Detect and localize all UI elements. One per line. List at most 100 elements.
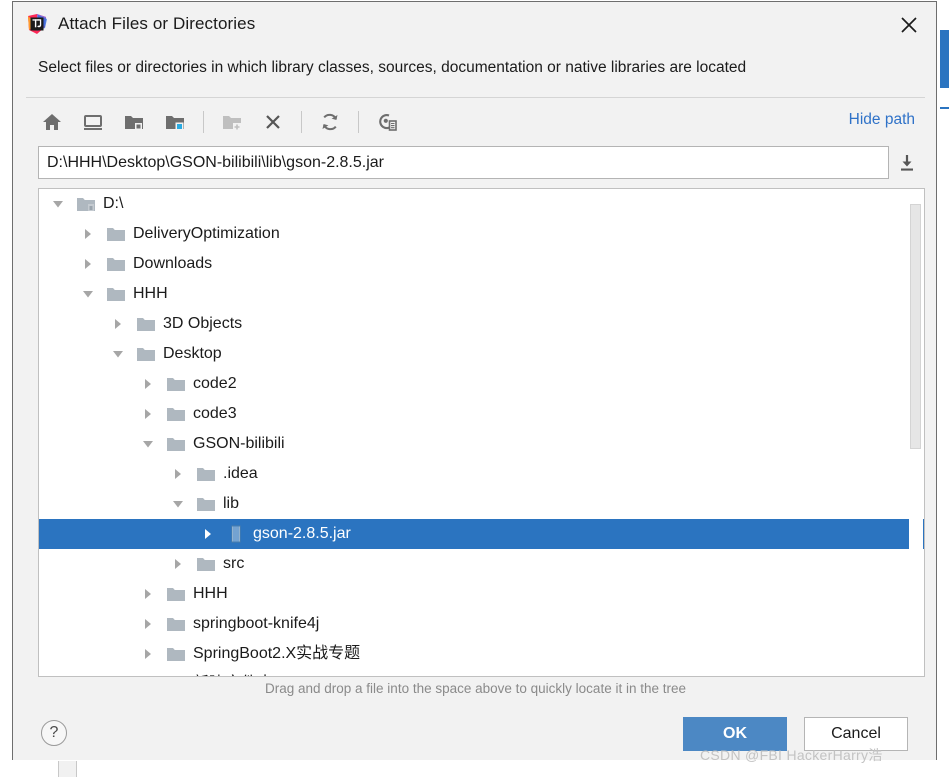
chevron-down-icon[interactable] (109, 345, 127, 363)
dialog-description: Select files or directories in which lib… (38, 59, 747, 76)
refresh-icon[interactable] (314, 106, 346, 138)
folder-icon (196, 495, 216, 513)
tree-row[interactable]: code3 (39, 399, 924, 429)
tree-row[interactable]: gson-2.8.5.jar (39, 519, 924, 549)
tree-row-label: Desktop (163, 345, 222, 362)
chevron-right-icon[interactable] (169, 555, 187, 573)
chevron-right-icon[interactable] (79, 255, 97, 273)
tree-row[interactable]: SpringBoot2.X实战专题 (39, 639, 924, 669)
folder-icon (166, 405, 186, 423)
chevron-right-icon[interactable] (139, 675, 157, 676)
tree-row-label: SpringBoot2.X实战专题 (193, 645, 361, 662)
tree-row-label: code3 (193, 405, 237, 422)
tree-rows: D:\ DeliveryOptimization Downloads HHH 3D Ob… (39, 189, 924, 677)
folder-icon (106, 285, 126, 303)
folder-icon (166, 435, 186, 453)
folder-icon (106, 255, 126, 273)
tree-row[interactable]: 3D Objects (39, 309, 924, 339)
desktop-icon[interactable] (77, 106, 109, 138)
background-tool-window-strip (940, 30, 949, 88)
background-bottom-tab (58, 761, 77, 777)
toolbar-separator (358, 111, 359, 133)
jar-file-icon (226, 525, 246, 543)
folder-icon (166, 375, 186, 393)
tree-row[interactable]: src (39, 549, 924, 579)
chevron-right-icon[interactable] (169, 465, 187, 483)
tree-row[interactable]: HHH (39, 279, 924, 309)
tree-row[interactable]: HHH (39, 579, 924, 609)
folder-icon (196, 465, 216, 483)
folder-icon (106, 225, 126, 243)
drag-drop-hint-bar: Drag and drop a file into the space abov… (26, 678, 925, 702)
project-folder-icon[interactable] (118, 106, 150, 138)
chevron-down-icon[interactable] (169, 495, 187, 513)
chevron-right-icon[interactable] (139, 615, 157, 633)
chevron-right-icon[interactable] (139, 405, 157, 423)
tree-row-label: src (223, 555, 245, 572)
toolbar-separator (301, 111, 302, 133)
attach-files-dialog: Attach Files or Directories Select files… (12, 1, 937, 760)
tree-row-label: D:\ (103, 195, 124, 212)
home-icon[interactable] (36, 106, 68, 138)
tree-row-label: HHH (133, 285, 168, 302)
tree-scrollbar[interactable] (909, 190, 923, 676)
tree-scrollbar-thumb[interactable] (910, 204, 921, 449)
tree-row[interactable]: 新建文件夹 (39, 669, 924, 677)
dialog-titlebar: Attach Files or Directories (13, 2, 936, 46)
tree-row-label: HHH (193, 585, 228, 602)
folder-icon (136, 315, 156, 333)
tree-row[interactable]: D:\ (39, 189, 924, 219)
folder-icon (166, 585, 186, 603)
path-row (26, 146, 925, 180)
tree-row-label: 新建文件夹 (193, 676, 273, 677)
download-icon[interactable] (895, 151, 919, 175)
tree-row[interactable]: GSON-bilibili (39, 429, 924, 459)
toolbar-separator (203, 111, 204, 133)
close-icon[interactable] (894, 10, 924, 40)
tree-row[interactable]: springboot-knife4j (39, 609, 924, 639)
delete-icon[interactable] (257, 106, 289, 138)
tree-row[interactable]: DeliveryOptimization (39, 219, 924, 249)
tree-row[interactable]: code2 (39, 369, 924, 399)
intellij-idea-logo-icon (25, 12, 49, 36)
background-tool-window-strip-secondary (940, 107, 949, 109)
tree-row[interactable]: lib (39, 489, 924, 519)
help-button[interactable]: ? (41, 720, 67, 746)
chevron-down-icon[interactable] (49, 195, 67, 213)
folder-icon (166, 615, 186, 633)
tree-row-label: code2 (193, 375, 237, 392)
drive-folder-icon (76, 195, 96, 213)
chevron-right-icon[interactable] (139, 645, 157, 663)
chevron-right-icon[interactable] (139, 375, 157, 393)
tree-row-label: lib (223, 495, 240, 512)
folder-icon (166, 675, 186, 676)
tree-row[interactable]: .idea (39, 459, 924, 489)
tree-row-label: springboot-knife4j (193, 615, 320, 632)
dialog-title: Attach Files or Directories (58, 14, 256, 33)
chevron-right-icon[interactable] (79, 225, 97, 243)
path-input[interactable] (38, 146, 889, 179)
chevron-down-icon[interactable] (139, 435, 157, 453)
chevron-down-icon[interactable] (79, 285, 97, 303)
hide-path-link[interactable]: Hide path (849, 111, 915, 129)
tree-row[interactable]: Desktop (39, 339, 924, 369)
tree-row-label: 3D Objects (163, 315, 243, 332)
watermark: CSDN @FBI HackerHarry浩 (700, 747, 883, 763)
folder-icon (166, 645, 186, 663)
screen: Attach Files or Directories Select files… (0, 0, 949, 777)
new-folder-icon[interactable] (216, 106, 248, 138)
tree-row-label: .idea (223, 465, 258, 482)
folder-icon (196, 555, 216, 573)
chevron-right-icon[interactable] (109, 315, 127, 333)
chevron-right-icon[interactable] (199, 525, 217, 543)
module-folder-icon[interactable] (159, 106, 191, 138)
tree-row[interactable]: Downloads (39, 249, 924, 279)
header-divider (26, 97, 925, 98)
chevron-right-icon[interactable] (139, 585, 157, 603)
directory-tree[interactable]: D:\ DeliveryOptimization Downloads HHH 3D Ob… (38, 188, 925, 677)
show-hidden-files-icon[interactable] (371, 106, 403, 138)
folder-icon (136, 345, 156, 363)
tree-row-label: GSON-bilibili (193, 435, 285, 452)
tree-row-label: DeliveryOptimization (133, 225, 280, 242)
drag-drop-hint: Drag and drop a file into the space abov… (264, 681, 686, 696)
